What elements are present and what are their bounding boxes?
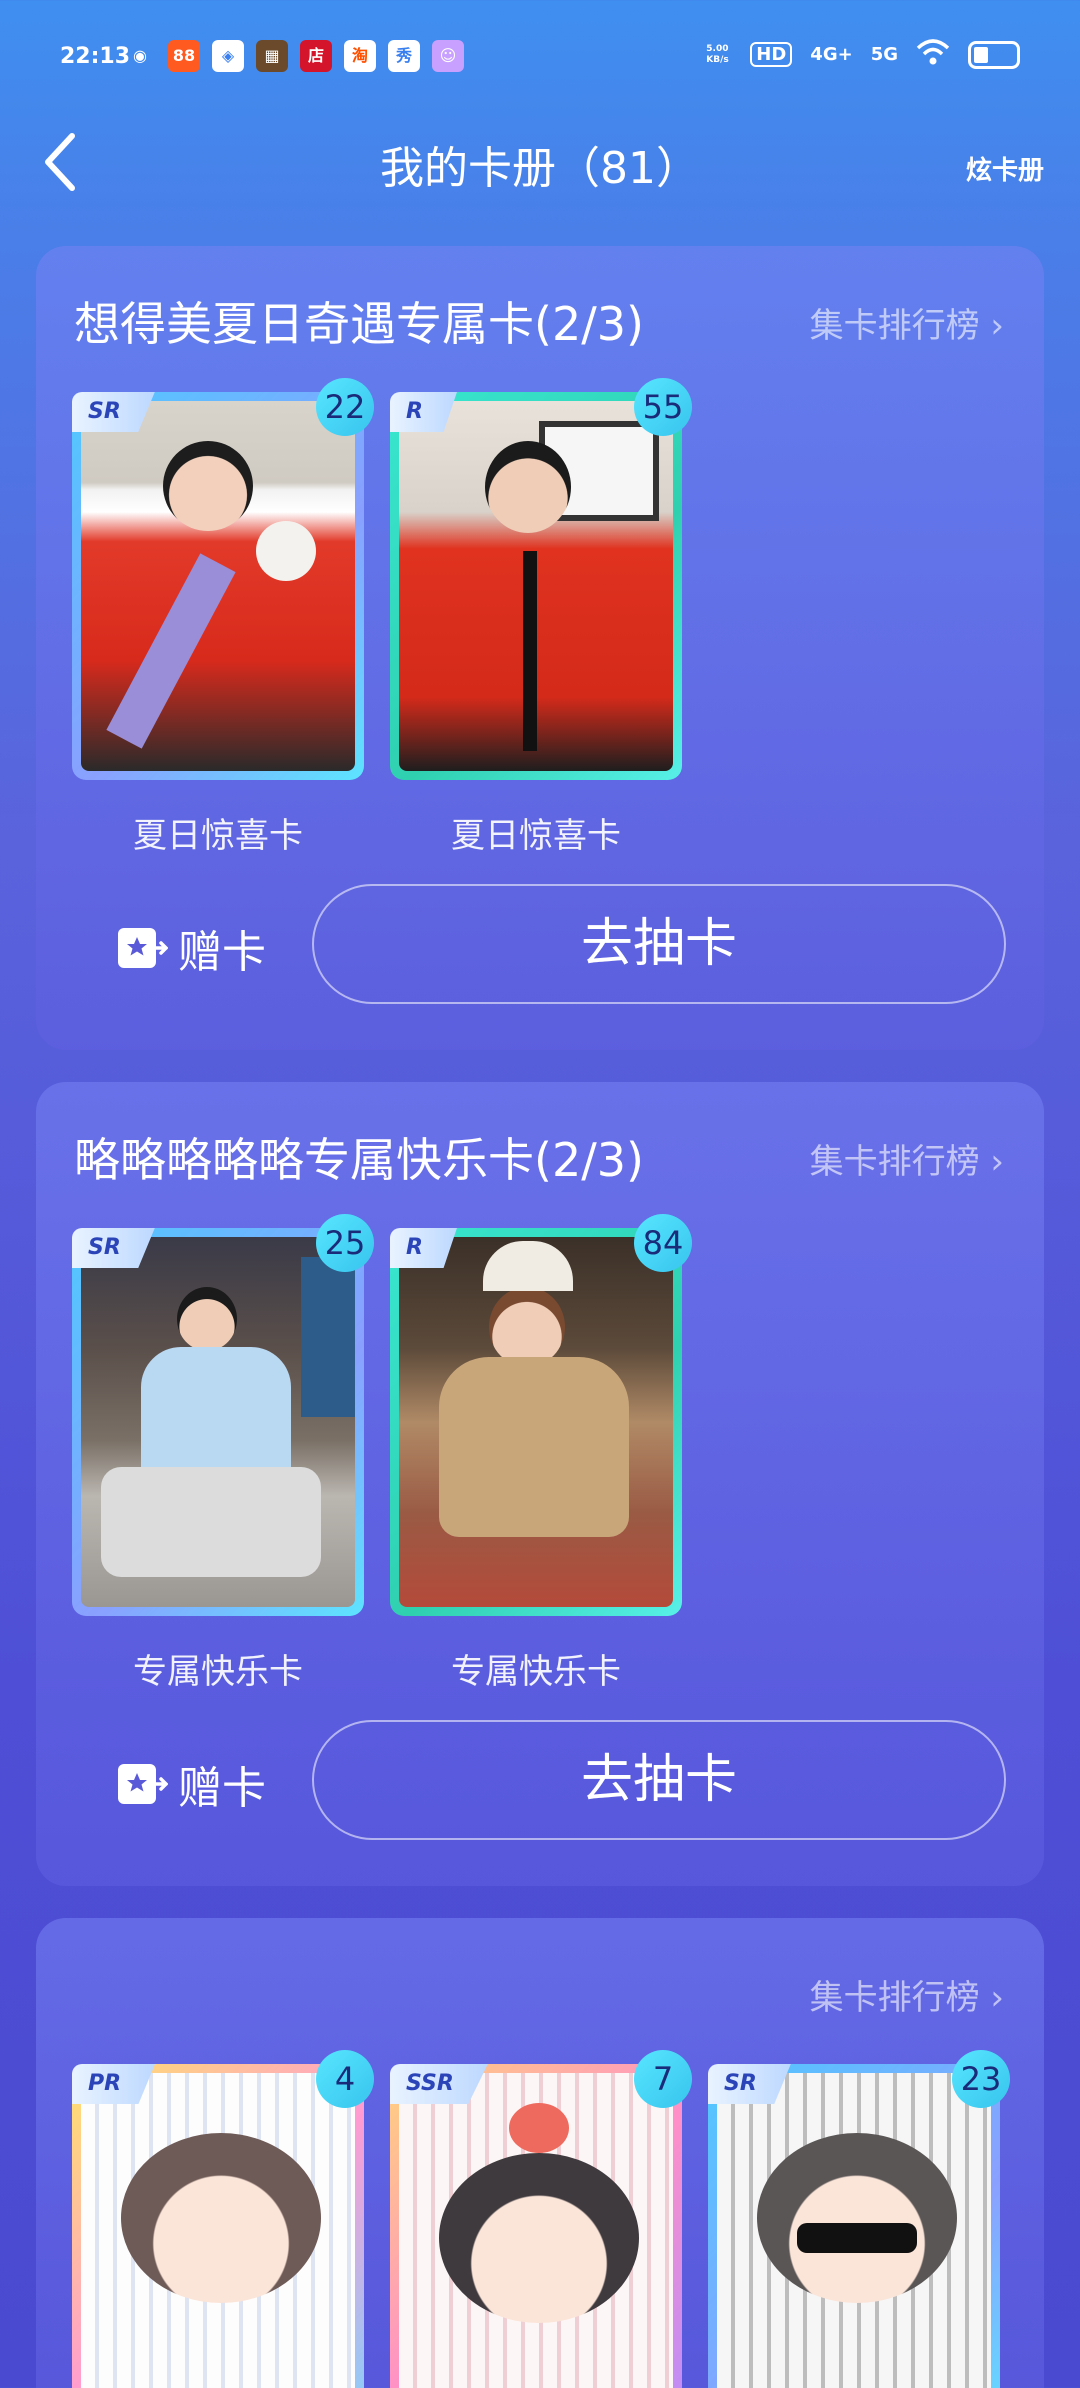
card-frame: SSR 7 bbox=[390, 2050, 692, 2388]
battery-icon bbox=[968, 40, 1020, 69]
count-badge: 22 bbox=[316, 378, 374, 436]
card-frame: SR 25 bbox=[72, 1214, 374, 1616]
ranking-label: 集卡排行榜 bbox=[809, 1142, 980, 1182]
status-time: 22:13 bbox=[60, 44, 131, 69]
card-item[interactable]: SR 23 bbox=[708, 2050, 1010, 2388]
card-name: 专属快乐卡 bbox=[451, 1652, 621, 1692]
collection-title: 想得美夏日奇遇专属卡(2/3) bbox=[74, 297, 644, 351]
card-photo bbox=[399, 2073, 673, 2388]
card-photo bbox=[81, 2073, 355, 2388]
card-name: 夏日惊喜卡 bbox=[133, 816, 303, 856]
card-item[interactable]: SR 25 专属快乐卡 bbox=[72, 1214, 374, 1693]
ranking-link[interactable]: 集卡排行榜 › bbox=[810, 1970, 1004, 2019]
count-badge: 25 bbox=[316, 1214, 374, 1272]
ranking-label: 集卡排行榜 bbox=[809, 306, 980, 346]
count-badge: 23 bbox=[952, 2050, 1010, 2108]
card-photo bbox=[81, 1237, 355, 1607]
ranking-link[interactable]: 集卡排行榜 › bbox=[810, 1134, 1004, 1183]
count-badge: 7 bbox=[634, 2050, 692, 2108]
card-item[interactable]: R 55 夏日惊喜卡 bbox=[390, 378, 692, 857]
bookshelf bbox=[301, 1257, 355, 1417]
count-badge: 4 bbox=[316, 2050, 374, 2108]
signal-4g-icon: 4G+ bbox=[810, 44, 853, 65]
card-photo bbox=[81, 401, 355, 771]
card-frame: R 55 bbox=[390, 378, 692, 780]
octopus-hat bbox=[509, 2103, 569, 2153]
weibo-icon: ◉ bbox=[133, 46, 147, 65]
avatar-icon: ☺ bbox=[432, 40, 464, 72]
page-title: 我的卡册（81） bbox=[380, 143, 700, 194]
gift-card-button[interactable]: 赠卡 bbox=[116, 916, 266, 980]
card-frame: SR 22 bbox=[72, 378, 374, 780]
collection-panel: 略略略略略专属快乐卡(2/3) 集卡排行榜 › SR 25 专属快乐卡 R 84… bbox=[36, 1082, 1044, 1886]
net-speed: 5.00 KB/s bbox=[706, 43, 729, 65]
draw-card-button[interactable]: 去抽卡 bbox=[312, 884, 1006, 1004]
gift-card-label: 赠卡 bbox=[178, 927, 266, 978]
card-item[interactable]: PR 4 bbox=[72, 2050, 374, 2388]
show-album-button[interactable]: 炫卡册 bbox=[966, 150, 1044, 187]
card-photo bbox=[399, 401, 673, 771]
card-photo bbox=[399, 1237, 673, 1607]
status-bar: 22:13 ◉ 88 ◈ ▦ 店 淘 秀 ☺ 5.00 KB/s HD 4G+ … bbox=[0, 0, 1080, 120]
gift-card-button[interactable]: 赠卡 bbox=[116, 1752, 266, 1816]
person-head bbox=[177, 1287, 237, 1351]
xiu-icon: 秀 bbox=[388, 40, 420, 72]
card-photo bbox=[717, 2073, 991, 2388]
status-indicators: 5.00 KB/s HD 4G+ 5G bbox=[706, 38, 1020, 71]
person-head bbox=[485, 441, 571, 533]
chibi-head bbox=[121, 2133, 321, 2303]
card-frame: SR 23 bbox=[708, 2050, 1010, 2388]
gift-card-icon bbox=[118, 928, 168, 968]
card-item[interactable]: SR 22 夏日惊喜卡 bbox=[72, 378, 374, 857]
count-badge: 55 bbox=[634, 378, 692, 436]
collection-panel: 想得美夏日奇遇专属卡(2/3) 集卡排行榜 › SR 22 夏日惊喜卡 R 55… bbox=[36, 246, 1044, 1050]
jacket bbox=[439, 1357, 629, 1537]
wifi-icon bbox=[916, 38, 950, 71]
hd-icon: HD bbox=[750, 42, 793, 67]
notification-icons: ◉ 88 ◈ ▦ 店 淘 秀 ☺ bbox=[124, 40, 464, 72]
signal-5g-icon: 5G bbox=[870, 44, 898, 65]
card-item[interactable]: R 84 专属快乐卡 bbox=[390, 1214, 692, 1693]
count-badge: 84 bbox=[634, 1214, 692, 1272]
jacket bbox=[141, 1347, 291, 1477]
ranking-label: 集卡排行榜 bbox=[809, 1978, 980, 2018]
collection-panel: 集卡排行榜 › PR 4 SSR 7 SR 23 bbox=[36, 1918, 1044, 2388]
necktie bbox=[523, 551, 537, 751]
trousers bbox=[101, 1467, 321, 1577]
game-icon: ▦ bbox=[256, 40, 288, 72]
person-head bbox=[163, 441, 253, 531]
person-head bbox=[489, 1287, 565, 1367]
collection-title: 略略略略略专属快乐卡(2/3) bbox=[74, 1133, 644, 1187]
shop-icon: 店 bbox=[300, 40, 332, 72]
gift-card-label: 赠卡 bbox=[178, 1763, 266, 1814]
sash bbox=[106, 553, 236, 749]
baidu-icon: ◈ bbox=[212, 40, 244, 72]
flower-rosette bbox=[256, 521, 316, 581]
ranking-link[interactable]: 集卡排行榜 › bbox=[810, 298, 1004, 347]
card-name: 夏日惊喜卡 bbox=[451, 816, 621, 856]
card-frame: PR 4 bbox=[72, 2050, 374, 2388]
taobao-app-icon: 淘 bbox=[344, 40, 376, 72]
bunny-ears bbox=[483, 1241, 573, 1291]
chibi-head bbox=[439, 2153, 639, 2323]
card-name: 专属快乐卡 bbox=[133, 1652, 303, 1692]
sunglasses bbox=[797, 2223, 917, 2253]
card-item[interactable]: SSR 7 bbox=[390, 2050, 692, 2388]
draw-card-button[interactable]: 去抽卡 bbox=[312, 1720, 1006, 1840]
card-frame: R 84 bbox=[390, 1214, 692, 1616]
chibi-head bbox=[757, 2133, 957, 2303]
gift-card-icon bbox=[118, 1764, 168, 1804]
taobao-icon: 88 bbox=[168, 40, 200, 72]
